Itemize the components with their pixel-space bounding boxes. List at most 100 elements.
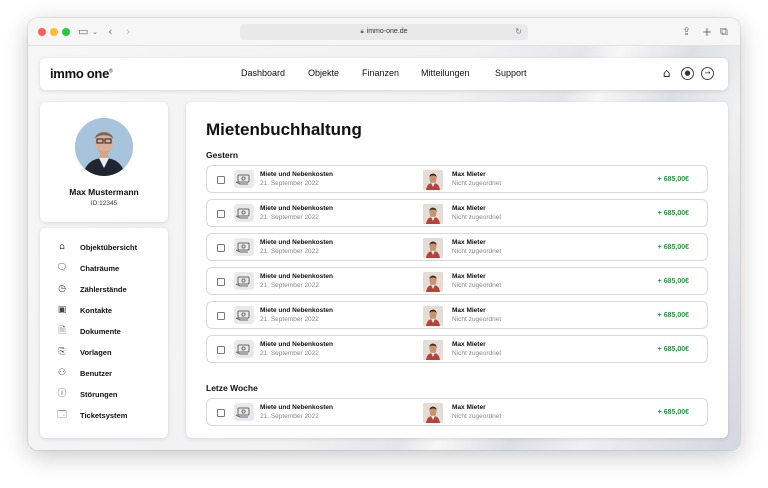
transaction-row[interactable]: Miete und Nebenkosten 21. September 2022 M…	[206, 199, 708, 227]
transaction-row[interactable]: Miete und Nebenkosten 21. September 2022 M…	[206, 165, 708, 193]
logo[interactable]: immo one®	[50, 66, 113, 81]
tenant-name: Max Mieter	[452, 205, 486, 212]
tenant-avatar[interactable]	[423, 340, 443, 360]
forward-icon[interactable]: ›	[126, 24, 130, 40]
sidebar-item-label: Benutzer	[80, 369, 113, 378]
sidebar-item-stoerungen[interactable]: ⓘ Störungen	[40, 387, 168, 403]
payment-icon	[234, 238, 254, 256]
row-checkbox[interactable]	[217, 176, 225, 184]
tenant-name: Max Mieter	[452, 171, 486, 178]
logout-icon[interactable]: →	[701, 67, 714, 80]
amount: + 685,00€	[657, 244, 689, 251]
assignment-status: Nicht zugeordnet	[452, 413, 502, 420]
minimize-window-button[interactable]	[50, 28, 58, 36]
nav-link-dashboard[interactable]: Dashboard	[241, 68, 285, 78]
sidebar-item-label: Störungen	[80, 390, 118, 399]
user-icon[interactable]: ●	[681, 67, 694, 80]
profile-card: Max Mustermann ID:12345	[40, 102, 168, 222]
transaction-date: 21. September 2022	[260, 350, 319, 357]
users-icon: ⚇	[57, 368, 67, 378]
tenant-name: Max Mieter	[452, 341, 486, 348]
new-tab-icon[interactable]: +	[702, 24, 712, 40]
rent-ledger-panel: Mietenbuchhaltung Gestern Miete und Nebe…	[186, 102, 728, 438]
share-icon[interactable]: ⇪	[682, 24, 691, 40]
transaction-row[interactable]: Miete und Nebenkosten 21. September 2022 M…	[206, 301, 708, 329]
nav-link-mitteilungen[interactable]: Mitteilungen	[421, 68, 470, 78]
row-checkbox[interactable]	[217, 346, 225, 354]
template-icon: ⎘	[58, 347, 66, 357]
top-navbar: immo one® Dashboard Objekte Finanzen Mit…	[40, 58, 728, 90]
nav-link-support[interactable]: Support	[495, 68, 527, 78]
chat-icon: 🗨︎	[56, 263, 68, 273]
web-page: immo one® Dashboard Objekte Finanzen Mit…	[28, 46, 740, 450]
sidebar-toggle-icon[interactable]: ▭	[78, 24, 88, 40]
amount: + 685,00€	[657, 312, 689, 319]
tenant-avatar[interactable]	[423, 204, 443, 224]
payment-icon	[234, 340, 254, 358]
ticket-icon: 🗔︎	[57, 410, 67, 420]
tenant-avatar[interactable]	[423, 238, 443, 258]
tenant-name: Max Mieter	[452, 273, 486, 280]
transaction-row[interactable]: Miete und Nebenkosten 21. September 2022 M…	[206, 267, 708, 295]
assignment-status: Nicht zugeordnet	[452, 350, 502, 357]
row-checkbox[interactable]	[217, 210, 225, 218]
payment-icon	[234, 272, 254, 290]
browser-window: ▭ ⌄ ‹ › 🔒︎ immo-one.de ↻ ⇪ + ⧉ immo one® …	[28, 18, 740, 450]
chevron-down-icon[interactable]: ⌄	[92, 24, 98, 40]
row-checkbox[interactable]	[217, 409, 225, 417]
home-icon[interactable]: ⌂	[660, 67, 673, 80]
sidebar-item-label: Vorlagen	[80, 348, 112, 357]
sidebar-item-vorlagen[interactable]: ⎘ Vorlagen	[40, 345, 168, 361]
tenant-avatar[interactable]	[423, 403, 443, 423]
lock-icon: 🔒︎	[360, 28, 364, 35]
address-bar[interactable]: 🔒︎ immo-one.de ↻	[240, 24, 528, 40]
amount: + 685,00€	[657, 210, 689, 217]
transaction-date: 21. September 2022	[260, 180, 319, 187]
back-icon[interactable]: ‹	[108, 24, 112, 40]
row-checkbox[interactable]	[217, 244, 225, 252]
tenant-avatar[interactable]	[423, 306, 443, 326]
sidebar-item-ticketsystem[interactable]: 🗔︎ Ticketsystem	[40, 408, 168, 424]
section-label-letzte-woche: Letze Woche	[206, 383, 258, 393]
tenant-name: Max Mieter	[452, 404, 486, 411]
tenant-avatar[interactable]	[423, 272, 443, 292]
transaction-row[interactable]: Miete und Nebenkosten 21. September 2022 M…	[206, 233, 708, 261]
transaction-title: Miete und Nebenkosten	[260, 404, 333, 411]
assignment-status: Nicht zugeordnet	[452, 248, 502, 255]
row-checkbox[interactable]	[217, 278, 225, 286]
sidebar-item-benutzer[interactable]: ⚇ Benutzer	[40, 366, 168, 382]
document-icon: 🗎︎	[58, 326, 66, 336]
tenant-name: Max Mieter	[452, 307, 486, 314]
transaction-title: Miete und Nebenkosten	[260, 307, 333, 314]
contacts-icon: ▣	[57, 305, 67, 315]
row-checkbox[interactable]	[217, 312, 225, 320]
sidebar-item-label: Dokumente	[80, 327, 121, 336]
reload-icon[interactable]: ↻	[515, 24, 522, 40]
assignment-status: Nicht zugeordnet	[452, 214, 502, 221]
tenant-avatar[interactable]	[423, 170, 443, 190]
assignment-status: Nicht zugeordnet	[452, 180, 502, 187]
sidebar-item-kontakte[interactable]: ▣ Kontakte	[40, 303, 168, 319]
transaction-date: 21. September 2022	[260, 316, 319, 323]
browser-toolbar: ▭ ⌄ ‹ › 🔒︎ immo-one.de ↻ ⇪ + ⧉	[28, 18, 740, 46]
transaction-title: Miete und Nebenkosten	[260, 171, 333, 178]
sidebar-item-label: Kontakte	[80, 306, 113, 315]
tab-overview-icon[interactable]: ⧉	[720, 24, 728, 40]
close-window-button[interactable]	[38, 28, 46, 36]
zoom-window-button[interactable]	[62, 28, 70, 36]
payment-icon	[234, 204, 254, 222]
nav-link-objekte[interactable]: Objekte	[308, 68, 339, 78]
transaction-title: Miete und Nebenkosten	[260, 341, 333, 348]
profile-name: Max Mustermann	[69, 187, 139, 197]
transaction-title: Miete und Nebenkosten	[260, 205, 333, 212]
transaction-row[interactable]: Miete und Nebenkosten 21. September 2022 M…	[206, 398, 708, 426]
house-icon: ⌂	[59, 242, 65, 252]
profile-id: ID:12345	[90, 200, 118, 207]
avatar[interactable]	[75, 118, 133, 176]
sidebar-item-dokumente[interactable]: 🗎︎ Dokumente	[40, 324, 168, 340]
transaction-row[interactable]: Miete und Nebenkosten 21. September 2022 M…	[206, 335, 708, 363]
nav-link-finanzen[interactable]: Finanzen	[362, 68, 399, 78]
sidebar-item-chatraeume[interactable]: 🗨︎ Chaträume	[40, 261, 168, 277]
sidebar-item-objektuebersicht[interactable]: ⌂ Objektübersicht	[40, 240, 168, 256]
sidebar-item-zaehlerstaende[interactable]: ◷ Zählerstände	[40, 282, 168, 298]
